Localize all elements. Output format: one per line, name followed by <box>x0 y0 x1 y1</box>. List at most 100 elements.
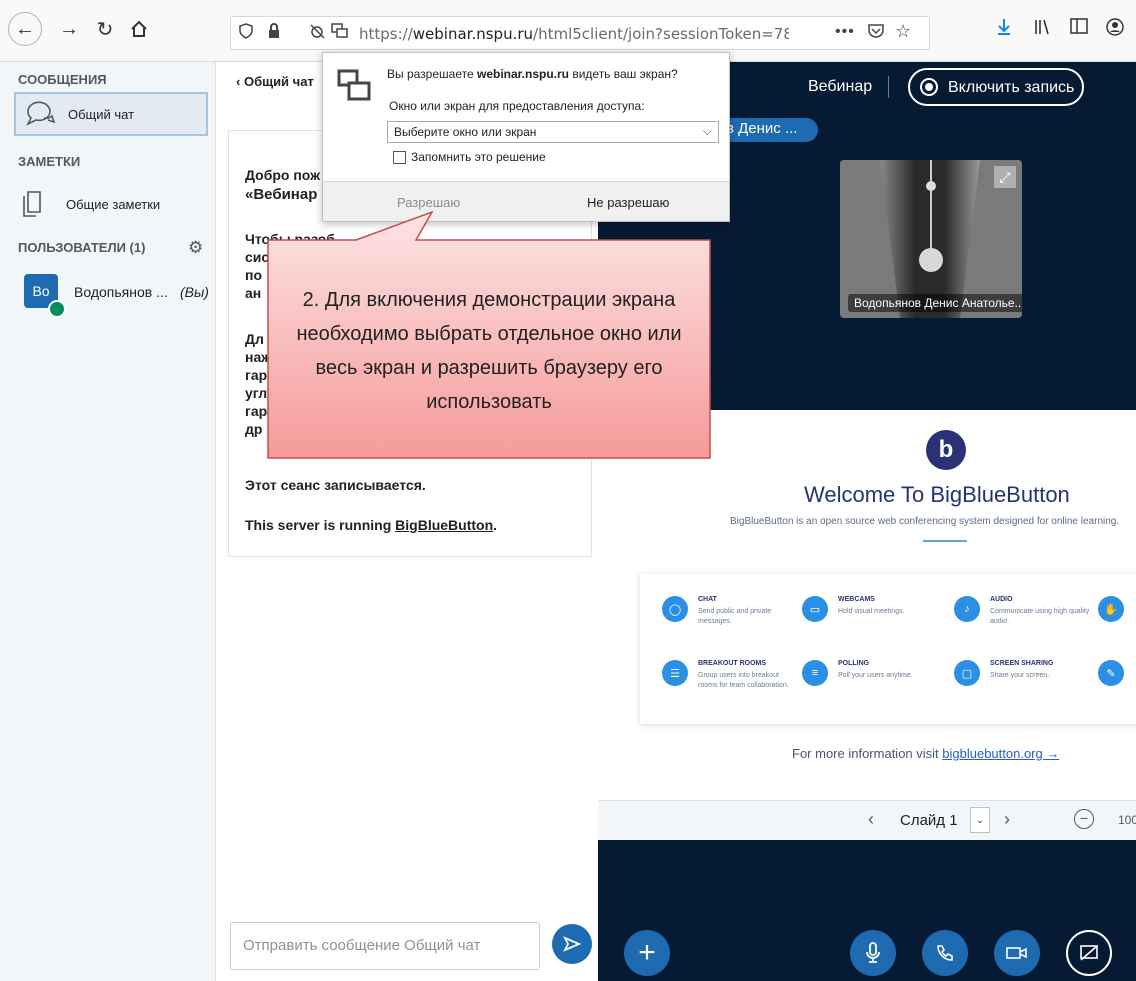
feature-desc: Poll your users anytime. <box>838 672 913 679</box>
presentation-slide: b Welcome To BigBlueButton BigBlueButton… <box>598 410 1136 800</box>
record-button-label: Включить запись <box>948 79 1075 96</box>
chevron-left-icon: ‹ <box>236 74 244 89</box>
feature-title: POLLING <box>838 660 870 667</box>
deny-button[interactable]: Не разрешаю <box>587 195 669 210</box>
feature-desc: Hold visual meetings. <box>838 608 905 615</box>
webcam-button[interactable] <box>994 930 1040 976</box>
slide-subtitle: BigBlueButton is an open source web conf… <box>730 516 1120 527</box>
welcome-p2-line1: Чтобы разоб <box>245 231 335 247</box>
screen-share-button[interactable] <box>1066 930 1112 976</box>
lock-icon[interactable] <box>267 23 281 44</box>
slide-select[interactable]: ⌄ <box>970 807 990 833</box>
url-text[interactable]: https://webinar.nspu.ru/html5client/join… <box>359 25 789 43</box>
library-icon[interactable] <box>1034 18 1052 41</box>
sidebar-item-public-chat[interactable]: Общий чат <box>14 92 208 136</box>
user-name[interactable]: Водопьянов ... <box>74 284 168 300</box>
camera-blocked-icon[interactable] <box>309 23 327 44</box>
pocket-icon[interactable] <box>867 23 885 44</box>
microphone-button[interactable] <box>850 930 896 976</box>
chat-bubble-icon <box>26 101 56 126</box>
camera-icon <box>1006 947 1027 959</box>
window-select[interactable]: Выберите окно или экран ⌵ <box>387 121 719 143</box>
chat-header[interactable]: ‹ Общий чат <box>236 74 314 89</box>
download-icon[interactable] <box>996 18 1012 41</box>
whiteboard-icon: ✎ <box>1098 660 1124 686</box>
forward-button[interactable]: → <box>52 12 86 46</box>
welcome-p3-line6: др <box>245 421 263 437</box>
more-info: For more information visit bigbluebutton… <box>792 746 1059 761</box>
webcam-user-name: Водопьянов Денис Анатолье... <box>848 294 1022 312</box>
url-bar[interactable]: https://webinar.nspu.ru/html5client/join… <box>230 16 930 50</box>
zoom-out-button[interactable]: − <box>1074 809 1094 829</box>
users-section-title: ПОЛЬЗОВАТЕЛИ (1) <box>18 240 146 255</box>
question-prefix: Вы разрешаете <box>387 67 477 81</box>
server-suffix: . <box>493 517 498 533</box>
chat-message-input[interactable]: Отправить сообщение Общий чат <box>230 922 540 970</box>
notes-icon[interactable] <box>22 190 46 218</box>
shield-icon[interactable] <box>239 23 253 44</box>
welcome-p2-line2: сис <box>245 249 270 265</box>
feature-title: WEBCAMS <box>838 596 875 603</box>
page-actions-icon[interactable]: ••• <box>835 23 855 41</box>
gear-icon[interactable]: ⚙ <box>188 238 203 258</box>
plus-icon: + <box>638 936 656 969</box>
welcome-line2: «Вебинар <box>245 186 318 203</box>
expand-icon[interactable]: ⤢ <box>994 166 1016 188</box>
feature-title: SCREEN SHARING <box>990 660 1054 667</box>
webcam-video[interactable]: ⤢ Водопьянов Денис Анатолье... <box>840 160 1022 318</box>
url-path: /html5client/join?sessionToken=78qdj3 <box>533 25 789 43</box>
feature-title: CHAT <box>698 596 717 603</box>
feature-desc: Share your screen. <box>990 672 1050 679</box>
sidebar-item-shared-notes[interactable]: Общие заметки <box>66 197 160 212</box>
back-button[interactable]: ← <box>8 12 42 46</box>
welcome-p3-line2: наж <box>245 349 272 365</box>
slide-navigation: ‹ Слайд 1 ⌄ › − 100 <box>598 800 1136 840</box>
bigbluebutton-link[interactable]: BigBlueButton <box>395 517 493 533</box>
account-icon[interactable] <box>1106 18 1124 41</box>
user-status-badge <box>48 300 66 318</box>
next-slide-button[interactable]: › <box>1004 809 1010 830</box>
permission-question: Вы разрешаете webinar.nspu.ru видеть ваш… <box>387 67 678 81</box>
phone-button[interactable] <box>922 930 968 976</box>
welcome-line1: Добро пож <box>245 167 321 183</box>
remember-label[interactable]: Запомнить это решение <box>411 150 546 164</box>
record-icon <box>920 78 938 96</box>
zoom-value: 100 <box>1118 813 1136 827</box>
public-chat-label: Общий чат <box>68 107 135 122</box>
url-host: webinar.nspu.ru <box>412 25 534 43</box>
chevron-down-icon: ⌵ <box>702 124 712 138</box>
allow-button[interactable]: Разрешаю <box>397 195 460 210</box>
arrow-left-icon: ← <box>15 17 35 40</box>
send-icon <box>563 936 581 952</box>
record-button[interactable]: Включить запись <box>908 68 1084 106</box>
actions-button[interactable]: + <box>624 930 670 976</box>
question-suffix: видеть ваш экран? <box>569 67 678 81</box>
sidebar-toggle-icon[interactable] <box>1070 18 1088 39</box>
slide-divider <box>923 540 967 542</box>
screen-share-permission-dialog: Вы разрешаете webinar.nspu.ru видеть ваш… <box>322 52 730 222</box>
bigbluebutton-org-link[interactable]: bigbluebutton.org → <box>942 746 1059 761</box>
microphone-icon: ♪ <box>954 596 980 622</box>
messages-section-title: СООБЩЕНИЯ <box>18 72 107 87</box>
title-divider <box>888 76 889 98</box>
presenter-badge[interactable]: в Денис ... <box>718 118 818 142</box>
reload-button[interactable]: ↻ <box>88 12 122 46</box>
welcome-p2-line4: ан <box>245 285 262 301</box>
screen-share-off-icon <box>1080 945 1098 961</box>
prev-slide-button[interactable]: ‹ <box>868 809 874 830</box>
more-info-prefix: For more information visit <box>792 746 943 761</box>
welcome-p3-line5: гар <box>245 403 268 419</box>
server-prefix: This server is running <box>245 517 396 533</box>
home-button[interactable] <box>122 12 156 46</box>
screen-share-icon[interactable] <box>331 23 349 44</box>
welcome-p3-line4: угл <box>245 385 268 401</box>
bookmark-star-icon[interactable]: ☆ <box>895 21 911 42</box>
remember-checkbox[interactable] <box>393 151 406 164</box>
home-icon <box>131 20 147 37</box>
slide-title: Welcome To BigBlueButton <box>804 482 1070 507</box>
hand-icon: ✋ <box>1098 596 1124 622</box>
url-prefix: https:// <box>359 25 413 43</box>
meeting-title: Вебинар <box>808 78 873 95</box>
send-button[interactable] <box>552 924 592 964</box>
welcome-p2-line3: по <box>245 267 263 283</box>
